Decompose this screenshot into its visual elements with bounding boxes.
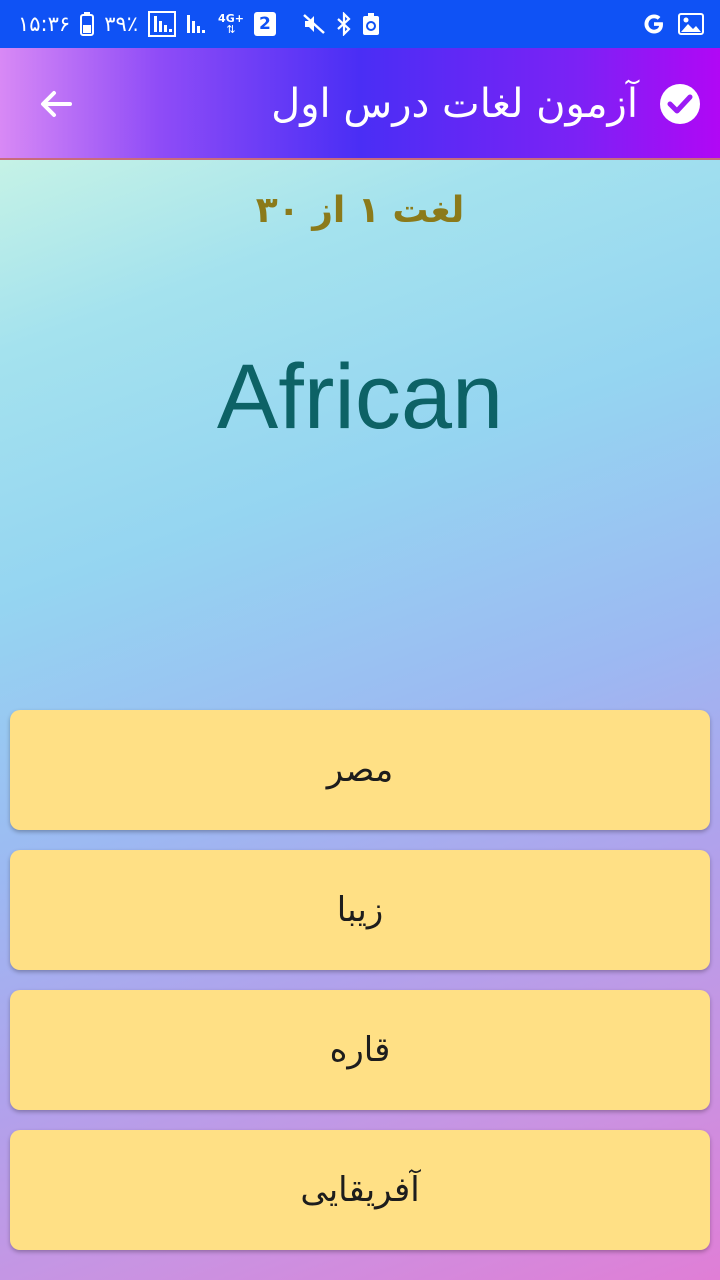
answer-option-4[interactable]: آفریقایی [10, 1130, 710, 1250]
answer-option-2[interactable]: زیبا [10, 850, 710, 970]
status-time: ۱۵:۳۶ [18, 12, 71, 36]
app-bar: آزمون لغات درس اول [0, 48, 720, 160]
signal-icon-2 [186, 13, 208, 35]
quiz-word: African [216, 346, 504, 448]
bluetooth-icon [336, 12, 352, 36]
answer-option-3[interactable]: قاره [10, 990, 710, 1110]
gallery-icon [678, 13, 704, 35]
progress-label: لغت ۱ از ۳۰ [255, 190, 465, 231]
answer-option-1[interactable]: مصر [10, 710, 710, 830]
answer-options: مصر زیبا قاره آفریقایی [10, 710, 710, 1270]
page-title: آزمون لغات درس اول [271, 81, 638, 127]
battery-icon [80, 12, 95, 36]
status-right [642, 12, 704, 36]
signal-icon [148, 11, 177, 37]
quiz-area: لغت ۱ از ۳۰ African مصر زیبا قاره آفریقا… [0, 160, 720, 1280]
status-bar: ۱۵:۳۶ ۳۹٪ 4G+ ⇅ 2 [0, 0, 720, 48]
check-circle-icon [658, 82, 702, 126]
sim-2-icon: 2 [253, 12, 276, 36]
sim-slot: 2 [259, 14, 271, 34]
back-button[interactable] [30, 78, 82, 130]
network-4g-icon: 4G+ ⇅ [218, 13, 244, 35]
data-arrows: ⇅ [226, 23, 236, 36]
arrow-left-icon [41, 91, 72, 117]
mute-icon [302, 12, 326, 36]
recycle-icon [362, 12, 380, 36]
battery-percent: ۳۹٪ [104, 12, 139, 36]
status-left: ۱۵:۳۶ ۳۹٪ 4G+ ⇅ 2 [18, 11, 380, 37]
google-icon [642, 12, 666, 36]
